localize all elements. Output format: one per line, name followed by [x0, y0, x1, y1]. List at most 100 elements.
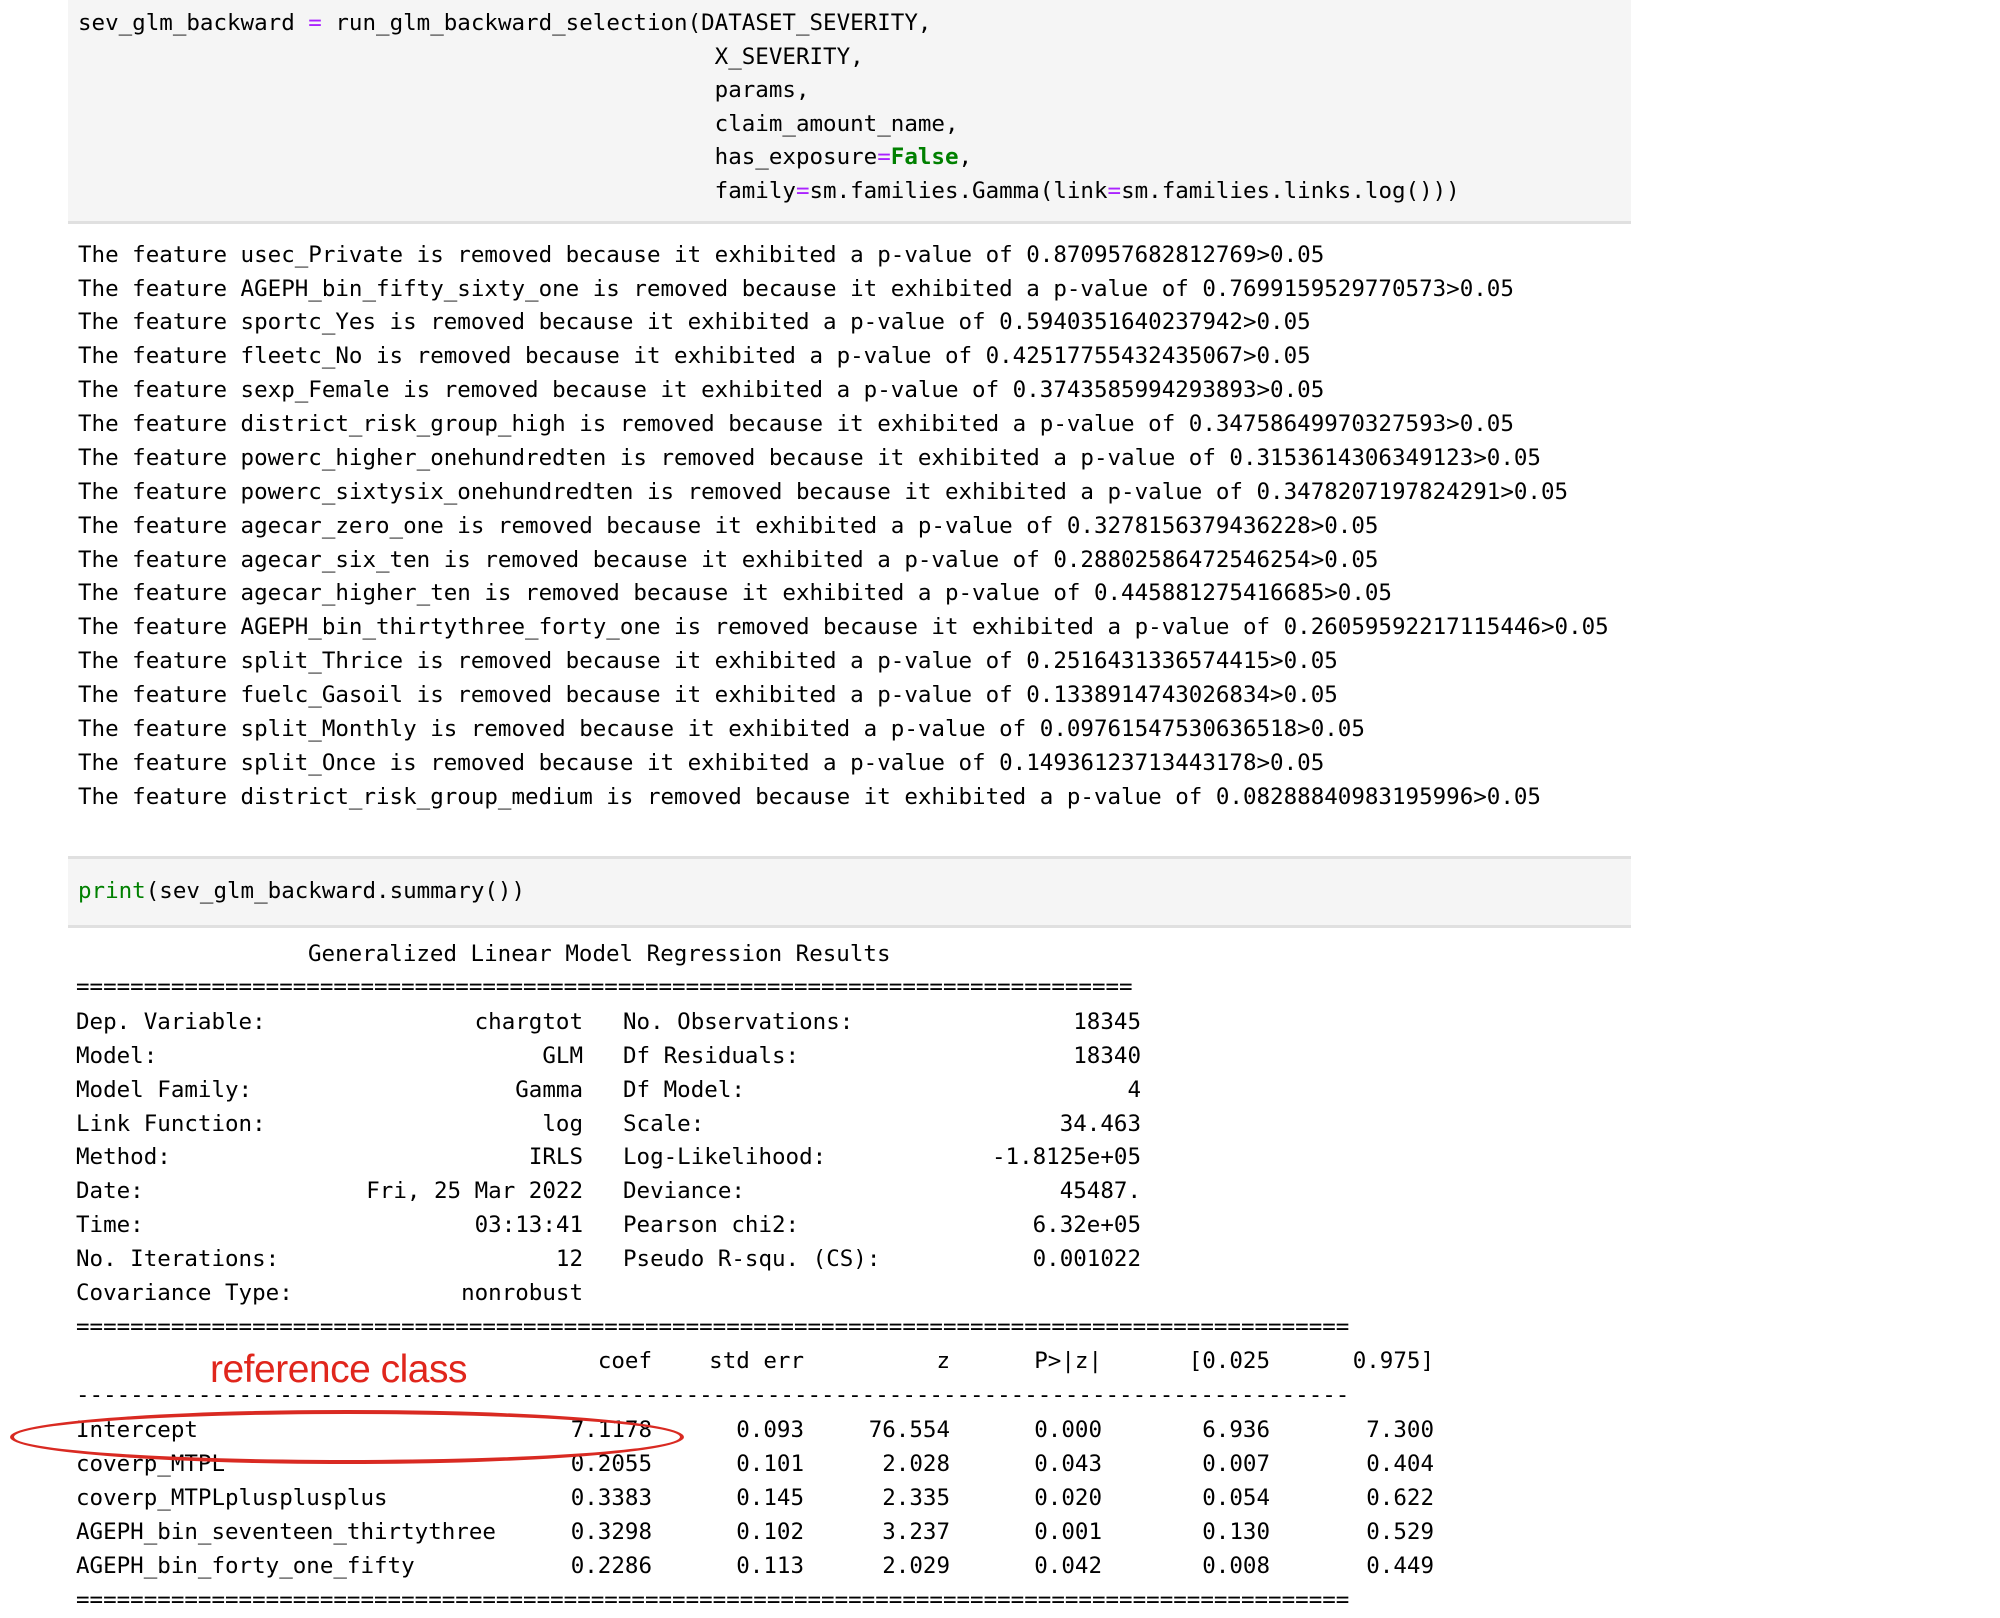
info-value: nonrobust: [461, 1280, 583, 1306]
info-value: 34.463: [1059, 1111, 1141, 1137]
coef-value: 0.000: [1034, 1417, 1102, 1443]
code-line-6: family=sm.families.Gamma(link=sm.familie…: [78, 178, 1460, 204]
info-label: No. Iterations:: [76, 1246, 280, 1272]
coef-value: 0.2286: [570, 1553, 652, 1579]
coef-value: 0.001: [1034, 1519, 1102, 1545]
info-label: Dep. Variable:: [76, 1009, 266, 1035]
coef-value: 76.554: [868, 1417, 950, 1443]
summary-rule-bottom: ========================================…: [76, 1587, 1350, 1613]
info-label: Model:: [76, 1043, 158, 1069]
coef-value: 0.3298: [570, 1519, 652, 1545]
coef-value: 0.093: [736, 1417, 804, 1443]
output-line: The feature split_Thrice is removed beca…: [78, 648, 1338, 674]
info-value: Gamma: [515, 1077, 583, 1103]
output-line: The feature powerc_higher_onehundredten …: [78, 445, 1541, 471]
info-value: 45487.: [1059, 1178, 1141, 1204]
code-line-1: sev_glm_backward = run_glm_backward_sele…: [78, 10, 932, 36]
info-value: 0.001022: [1032, 1246, 1141, 1272]
coef-header: [0.025: [1188, 1348, 1270, 1374]
info-value: chargtot: [474, 1009, 583, 1035]
output-line: The feature fleetc_No is removed because…: [78, 343, 1311, 369]
output-line: The feature split_Monthly is removed bec…: [78, 716, 1365, 742]
output-line: The feature sexp_Female is removed becau…: [78, 377, 1325, 403]
code-cell-print-summary[interactable]: print(sev_glm_backward.summary()): [68, 856, 1631, 928]
coef-value: 0.102: [736, 1519, 804, 1545]
output-line: The feature agecar_zero_one is removed b…: [78, 513, 1379, 539]
coef-value: 0.054: [1202, 1485, 1270, 1511]
coef-value: 0.449: [1366, 1553, 1434, 1579]
info-label: Df Residuals:: [623, 1043, 800, 1069]
coef-value: 6.936: [1202, 1417, 1270, 1443]
info-value: 12: [555, 1246, 583, 1272]
output-line: The feature agecar_six_ten is removed be…: [78, 547, 1379, 573]
summary-title: Generalized Linear Model Regression Resu…: [308, 941, 891, 967]
info-label: Pseudo R-squ. (CS):: [623, 1246, 881, 1272]
info-value: 18340: [1073, 1043, 1141, 1069]
summary-rule-top: ========================================…: [76, 974, 1133, 1000]
code-line-4: claim_amount_name,: [78, 111, 959, 137]
coef-value: 0.020: [1034, 1485, 1102, 1511]
coef-header: std err: [709, 1348, 804, 1374]
output-line: The feature AGEPH_bin_thirtythree_forty_…: [78, 614, 1609, 640]
info-label: No. Observations:: [623, 1009, 854, 1035]
code-line-5: has_exposure=False,: [78, 144, 973, 170]
coef-value: 0.042: [1034, 1553, 1102, 1579]
coef-value: 0.622: [1366, 1485, 1434, 1511]
info-label: Scale:: [623, 1111, 705, 1137]
intercept-highlight-ellipse: [10, 1410, 684, 1464]
coef-value: 3.237: [882, 1519, 950, 1545]
coef-name: AGEPH_bin_seventeen_thirtythree: [76, 1519, 496, 1545]
summary-rule-mid: ========================================…: [76, 1314, 1350, 1340]
coef-value: 0.113: [736, 1553, 804, 1579]
code-line-2: X_SEVERITY,: [78, 44, 864, 70]
coef-header: coef: [597, 1348, 652, 1374]
info-value: 03:13:41: [474, 1212, 583, 1238]
coef-value: 0.007: [1202, 1451, 1270, 1477]
output-line: The feature agecar_higher_ten is removed…: [78, 580, 1392, 606]
info-label: Deviance:: [623, 1178, 745, 1204]
info-label: Model Family:: [76, 1077, 253, 1103]
output-line: The feature sportc_Yes is removed becaus…: [78, 309, 1311, 335]
coef-value: 7.300: [1366, 1417, 1434, 1443]
info-label: Method:: [76, 1144, 171, 1170]
coef-name: coverp_MTPLplusplusplus: [76, 1485, 388, 1511]
coef-value: 0.145: [736, 1485, 804, 1511]
output-line: The feature usec_Private is removed beca…: [78, 242, 1325, 268]
coef-value: 0.3383: [570, 1485, 652, 1511]
info-label: Date:: [76, 1178, 144, 1204]
coef-value: 0.130: [1202, 1519, 1270, 1545]
code-cell-backward-selection[interactable]: sev_glm_backward = run_glm_backward_sele…: [68, 0, 1631, 224]
info-label: Log-Likelihood:: [623, 1144, 827, 1170]
output-line: The feature district_risk_group_high is …: [78, 411, 1514, 437]
code-line-3: params,: [78, 77, 810, 103]
output-line: The feature AGEPH_bin_fifty_sixty_one is…: [78, 276, 1514, 302]
reference-class-annotation: reference class: [210, 1348, 467, 1391]
coef-header: P>|z|: [1034, 1348, 1102, 1374]
output-line: The feature split_Once is removed becaus…: [78, 750, 1325, 776]
coef-name: AGEPH_bin_forty_one_fifty: [76, 1553, 415, 1579]
coef-header: 0.975]: [1352, 1348, 1434, 1374]
info-value: -1.8125e+05: [991, 1144, 1141, 1170]
coef-value: 2.028: [882, 1451, 950, 1477]
info-label: Link Function:: [76, 1111, 266, 1137]
info-value: 4: [1127, 1077, 1141, 1103]
code-line-print: print(sev_glm_backward.summary()): [78, 878, 526, 904]
output-line: The feature powerc_sixtysix_onehundredte…: [78, 479, 1569, 505]
info-value: log: [542, 1111, 583, 1137]
info-value: 18345: [1073, 1009, 1141, 1035]
output-line: The feature district_risk_group_medium i…: [78, 784, 1541, 810]
info-label: Pearson chi2:: [623, 1212, 800, 1238]
info-value: GLM: [542, 1043, 583, 1069]
coef-value: 0.529: [1366, 1519, 1434, 1545]
coef-header: z: [936, 1348, 950, 1374]
info-value: IRLS: [528, 1144, 583, 1170]
info-label: Time:: [76, 1212, 144, 1238]
info-value: Fri, 25 Mar 2022: [366, 1178, 583, 1204]
output-line: The feature fuelc_Gasoil is removed beca…: [78, 682, 1338, 708]
coef-value: 2.029: [882, 1553, 950, 1579]
info-label: Covariance Type:: [76, 1280, 293, 1306]
coef-value: 0.101: [736, 1451, 804, 1477]
coef-value: 0.404: [1366, 1451, 1434, 1477]
info-value: 6.32e+05: [1032, 1212, 1141, 1238]
coef-value: 0.008: [1202, 1553, 1270, 1579]
